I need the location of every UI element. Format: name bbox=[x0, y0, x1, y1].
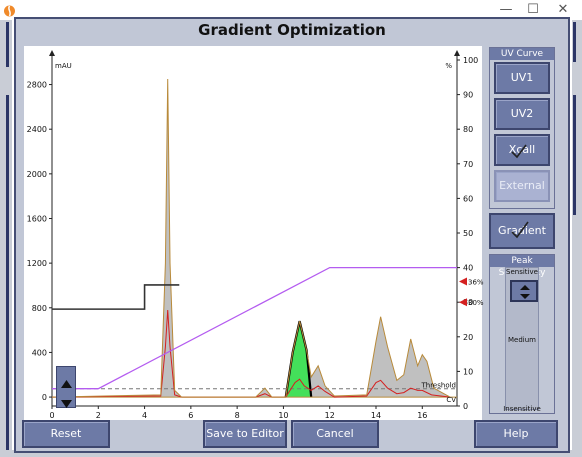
y-tick-label-left: 0 bbox=[42, 393, 47, 402]
save-to-editor-button[interactable]: Save to Editor bbox=[203, 420, 287, 448]
right-axis-label: % bbox=[445, 62, 452, 70]
y-tick-label-left: 1200 bbox=[27, 259, 47, 268]
cv-label: CV bbox=[446, 396, 456, 404]
background-divider bbox=[6, 95, 9, 450]
uv1-peak-area bbox=[52, 78, 451, 398]
left-axis-label: mAU bbox=[55, 62, 72, 70]
sensitivity-slider-thumb[interactable] bbox=[510, 280, 538, 302]
chevron-up-icon[interactable] bbox=[61, 373, 72, 392]
y-tick-label-right: 70 bbox=[463, 160, 473, 169]
peak-sensitivity-header: Peak Sensitivity bbox=[490, 255, 554, 278]
checkmark-icon bbox=[510, 142, 528, 164]
y-tick-label-right: 80 bbox=[463, 125, 473, 134]
x-tick-label: 8 bbox=[235, 411, 240, 420]
y-tick-label-right: 100 bbox=[463, 56, 478, 65]
chevron-down-icon[interactable] bbox=[61, 393, 72, 412]
uv-curve-header: UV Curve bbox=[490, 48, 554, 60]
slider-grip-icon bbox=[519, 284, 531, 303]
y-tick-label-left: 1600 bbox=[27, 214, 47, 223]
x-tick-label: 0 bbox=[49, 411, 54, 420]
gradient-percent-line bbox=[52, 266, 457, 390]
y-tick-label-right: 20 bbox=[463, 333, 473, 342]
y-tick-label-left: 800 bbox=[32, 304, 47, 313]
app-icon bbox=[3, 3, 16, 17]
chromatogram-svg[interactable]: mAU %040080012001600200024002800010203040… bbox=[22, 44, 484, 422]
marker-triangle-icon bbox=[459, 277, 467, 286]
y-tick-label-right: 40 bbox=[463, 264, 473, 273]
axes-layer bbox=[49, 50, 460, 409]
dialog-title: Gradient Optimization bbox=[198, 21, 386, 39]
x-tick-label: 6 bbox=[188, 411, 193, 420]
y-tick-label-left: 2800 bbox=[27, 81, 47, 90]
background-divider bbox=[573, 95, 576, 215]
y-tick-label-right: 10 bbox=[463, 367, 473, 376]
x-tick-label: 14 bbox=[371, 411, 381, 420]
y-tick-label-left: 2000 bbox=[27, 170, 47, 179]
marker-label: 36% bbox=[468, 278, 484, 286]
background-app-right bbox=[572, 20, 582, 457]
y-tick-label-left: 400 bbox=[32, 348, 47, 357]
sensitivity-label-bottom: Insensitive bbox=[503, 405, 541, 413]
x-tick-label: 10 bbox=[278, 411, 288, 420]
axis-arrow-icon bbox=[454, 50, 460, 56]
background-divider bbox=[573, 22, 576, 62]
sensitivity-label-top: Sensitive bbox=[506, 268, 538, 276]
checkmark-icon bbox=[510, 220, 530, 244]
background-divider bbox=[6, 22, 9, 67]
series-layer bbox=[51, 78, 457, 398]
x-tick-label: 4 bbox=[142, 411, 147, 420]
step-line bbox=[52, 284, 180, 310]
y-tick-label-right: 0 bbox=[463, 402, 468, 411]
y-tick-label-right: 90 bbox=[463, 91, 473, 100]
y-tick-label-right: 50 bbox=[463, 229, 473, 238]
y-tick-label-right: 60 bbox=[463, 194, 473, 203]
help-button[interactable]: Help bbox=[474, 420, 558, 448]
uv1-trace bbox=[51, 78, 451, 398]
sensitivity-label-middle: Medium bbox=[508, 336, 536, 344]
x-tick-label: 2 bbox=[96, 411, 101, 420]
x-tick-label: 12 bbox=[325, 411, 335, 420]
reset-button[interactable]: Reset bbox=[22, 420, 110, 448]
uv2-button[interactable]: UV2 bbox=[494, 98, 550, 130]
x-tick-label: 16 bbox=[417, 411, 427, 420]
cancel-button[interactable]: Cancel bbox=[291, 420, 379, 448]
uv1-button[interactable]: UV1 bbox=[494, 62, 550, 94]
scroll-up-down-control[interactable] bbox=[56, 366, 76, 408]
marker-label: 30% bbox=[468, 299, 484, 307]
axis-arrow-icon bbox=[49, 50, 55, 56]
y-tick-label-left: 2400 bbox=[27, 125, 47, 134]
external-button[interactable]: External bbox=[494, 170, 550, 202]
threshold-label: Threshold bbox=[421, 382, 457, 390]
